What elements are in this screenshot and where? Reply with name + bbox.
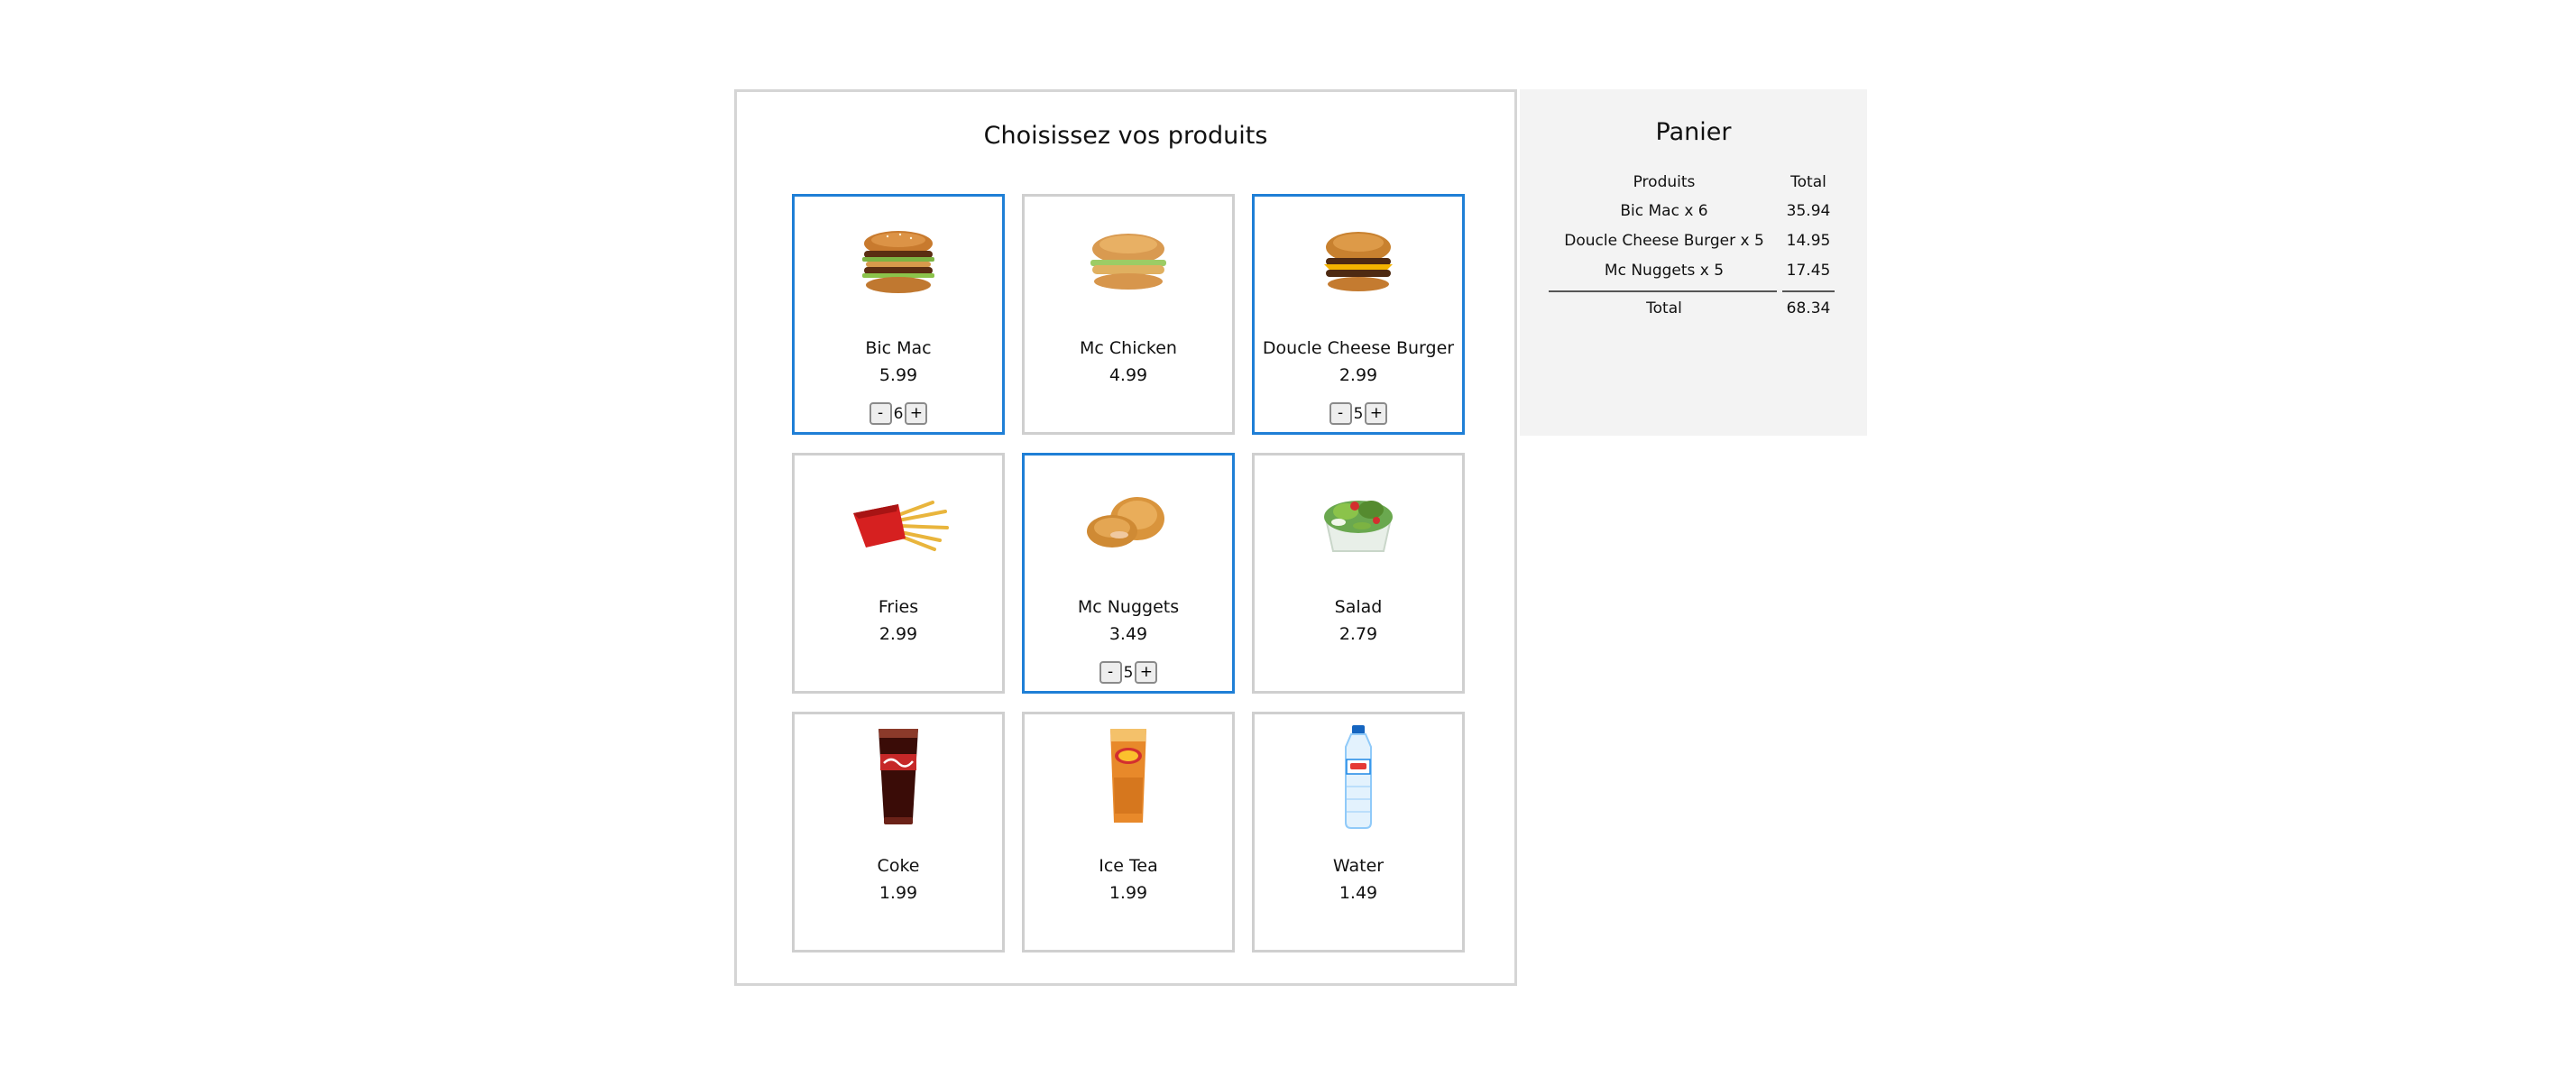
fries-icon bbox=[844, 486, 952, 558]
product-price: 3.49 bbox=[1109, 624, 1148, 644]
product-card-water[interactable]: Water 1.49 bbox=[1252, 712, 1465, 953]
cart-total-value: 68.34 bbox=[1786, 299, 1831, 318]
cart-total-label: Total bbox=[1646, 299, 1682, 318]
product-name: Doucle Cheese Burger bbox=[1262, 338, 1455, 358]
cart-header-row: Produits Total bbox=[1549, 169, 1837, 196]
product-card-big-mac[interactable]: Bic Mac 5.99 - 6 + bbox=[792, 194, 1005, 435]
product-price: 2.99 bbox=[879, 624, 918, 644]
product-name: Mc Chicken bbox=[1080, 338, 1177, 358]
cart-divider bbox=[1549, 290, 1837, 292]
cart-header-products: Produits bbox=[1633, 173, 1696, 191]
product-name: Ice Tea bbox=[1099, 856, 1158, 876]
cart-panel: Panier Produits Total Bic Mac x 6 35.94 … bbox=[1520, 89, 1867, 436]
product-price: 5.99 bbox=[879, 365, 918, 385]
chicken-burger-icon bbox=[1074, 227, 1182, 299]
cart-table: Produits Total Bic Mac x 6 35.94 Doucle … bbox=[1549, 169, 1837, 325]
increment-button[interactable]: + bbox=[1365, 402, 1388, 425]
product-price: 4.99 bbox=[1109, 365, 1148, 385]
decrement-button[interactable]: - bbox=[1099, 661, 1122, 684]
products-panel: Choisissez vos produits Bic Mac 5.99 - 6… bbox=[734, 89, 1517, 986]
quantity-stepper: - 6 + bbox=[795, 402, 1002, 425]
quantity-stepper: - 5 + bbox=[1025, 661, 1232, 684]
cart-row-label: Bic Mac x 6 bbox=[1620, 201, 1708, 220]
product-price: 1.49 bbox=[1339, 883, 1378, 903]
increment-button[interactable]: + bbox=[1135, 661, 1158, 684]
water-bottle-icon bbox=[1322, 723, 1394, 832]
products-title: Choisissez vos produits bbox=[983, 122, 1268, 150]
salad-bowl-icon bbox=[1304, 486, 1412, 558]
product-grid: Bic Mac 5.99 - 6 + Mc Chicken 4.99 Doucl… bbox=[792, 194, 1465, 953]
decrement-button[interactable]: - bbox=[869, 402, 892, 425]
cart-row: Bic Mac x 6 35.94 bbox=[1549, 196, 1837, 225]
big-mac-burger-icon bbox=[844, 227, 952, 299]
cart-header-total: Total bbox=[1790, 173, 1826, 191]
cart-row-total: 35.94 bbox=[1786, 201, 1831, 220]
cart-row: Doucle Cheese Burger x 5 14.95 bbox=[1549, 225, 1837, 255]
quantity-value: 5 bbox=[1353, 404, 1364, 423]
quantity-stepper: - 5 + bbox=[1255, 402, 1462, 425]
product-price: 1.99 bbox=[879, 883, 918, 903]
product-card-coke[interactable]: Coke 1.99 bbox=[792, 712, 1005, 953]
quantity-value: 6 bbox=[893, 404, 904, 423]
ice-tea-glass-icon bbox=[1092, 723, 1164, 832]
increment-button[interactable]: + bbox=[905, 402, 928, 425]
product-card-fries[interactable]: Fries 2.99 bbox=[792, 453, 1005, 694]
cart-row-label: Doucle Cheese Burger x 5 bbox=[1564, 231, 1764, 250]
cart-total-row: Total 68.34 bbox=[1549, 292, 1837, 325]
coke-glass-icon bbox=[862, 723, 934, 832]
cart-title: Panier bbox=[1655, 118, 1732, 146]
cart-row: Mc Nuggets x 5 17.45 bbox=[1549, 255, 1837, 285]
product-card-salad[interactable]: Salad 2.79 bbox=[1252, 453, 1465, 694]
decrement-button[interactable]: - bbox=[1329, 402, 1352, 425]
product-card-ice-tea[interactable]: Ice Tea 1.99 bbox=[1022, 712, 1235, 953]
quantity-value: 5 bbox=[1123, 663, 1134, 682]
cart-row-total: 14.95 bbox=[1786, 231, 1831, 250]
product-name: Fries bbox=[878, 597, 919, 617]
nuggets-icon bbox=[1074, 486, 1182, 558]
product-name: Salad bbox=[1334, 597, 1383, 617]
product-card-double-cheese-burger[interactable]: Doucle Cheese Burger 2.99 - 5 + bbox=[1252, 194, 1465, 435]
product-name: Mc Nuggets bbox=[1077, 597, 1180, 617]
product-name: Water bbox=[1332, 856, 1385, 876]
cart-row-label: Mc Nuggets x 5 bbox=[1604, 261, 1725, 280]
product-price: 2.99 bbox=[1339, 365, 1378, 385]
product-card-mc-chicken[interactable]: Mc Chicken 4.99 bbox=[1022, 194, 1235, 435]
product-price: 1.99 bbox=[1109, 883, 1148, 903]
product-name: Bic Mac bbox=[865, 338, 932, 358]
product-name: Coke bbox=[877, 856, 920, 876]
product-card-mc-nuggets[interactable]: Mc Nuggets 3.49 - 5 + bbox=[1022, 453, 1235, 694]
cart-row-total: 17.45 bbox=[1786, 261, 1831, 280]
product-price: 2.79 bbox=[1339, 624, 1378, 644]
cheeseburger-icon bbox=[1304, 227, 1412, 299]
